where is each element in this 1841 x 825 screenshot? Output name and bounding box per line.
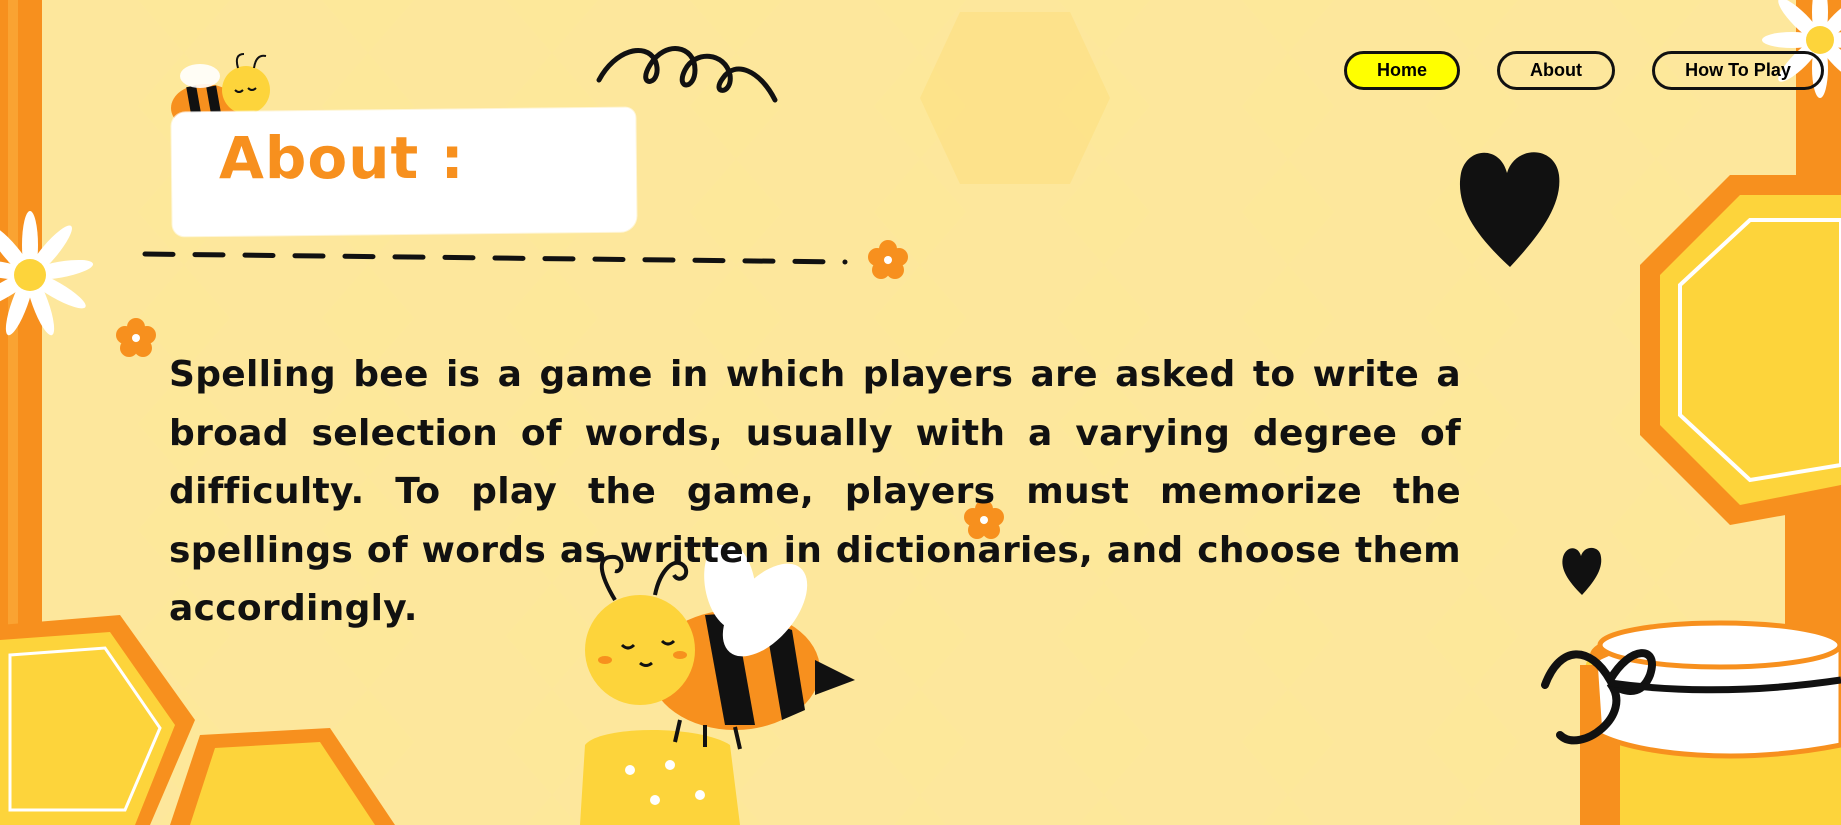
dashed-divider bbox=[142, 251, 848, 265]
about-description: Spelling bee is a game in which players … bbox=[169, 354, 1461, 629]
daisy-icon bbox=[0, 211, 94, 336]
honey-jar-icon bbox=[1541, 620, 1841, 825]
heart-icon bbox=[1562, 547, 1602, 595]
page-title: About : bbox=[219, 124, 465, 192]
nav-how-to-play-button[interactable]: How To Play bbox=[1652, 51, 1824, 90]
honeycomb-icon bbox=[0, 615, 395, 825]
flower-icon bbox=[868, 240, 908, 279]
flower-icon bbox=[116, 318, 156, 357]
nav-about-button[interactable]: About bbox=[1497, 51, 1615, 90]
nav-home-button[interactable]: Home bbox=[1344, 51, 1460, 90]
about-page: Home About How To Play About : Spelling … bbox=[0, 0, 1841, 825]
heart-icon bbox=[1459, 152, 1560, 267]
